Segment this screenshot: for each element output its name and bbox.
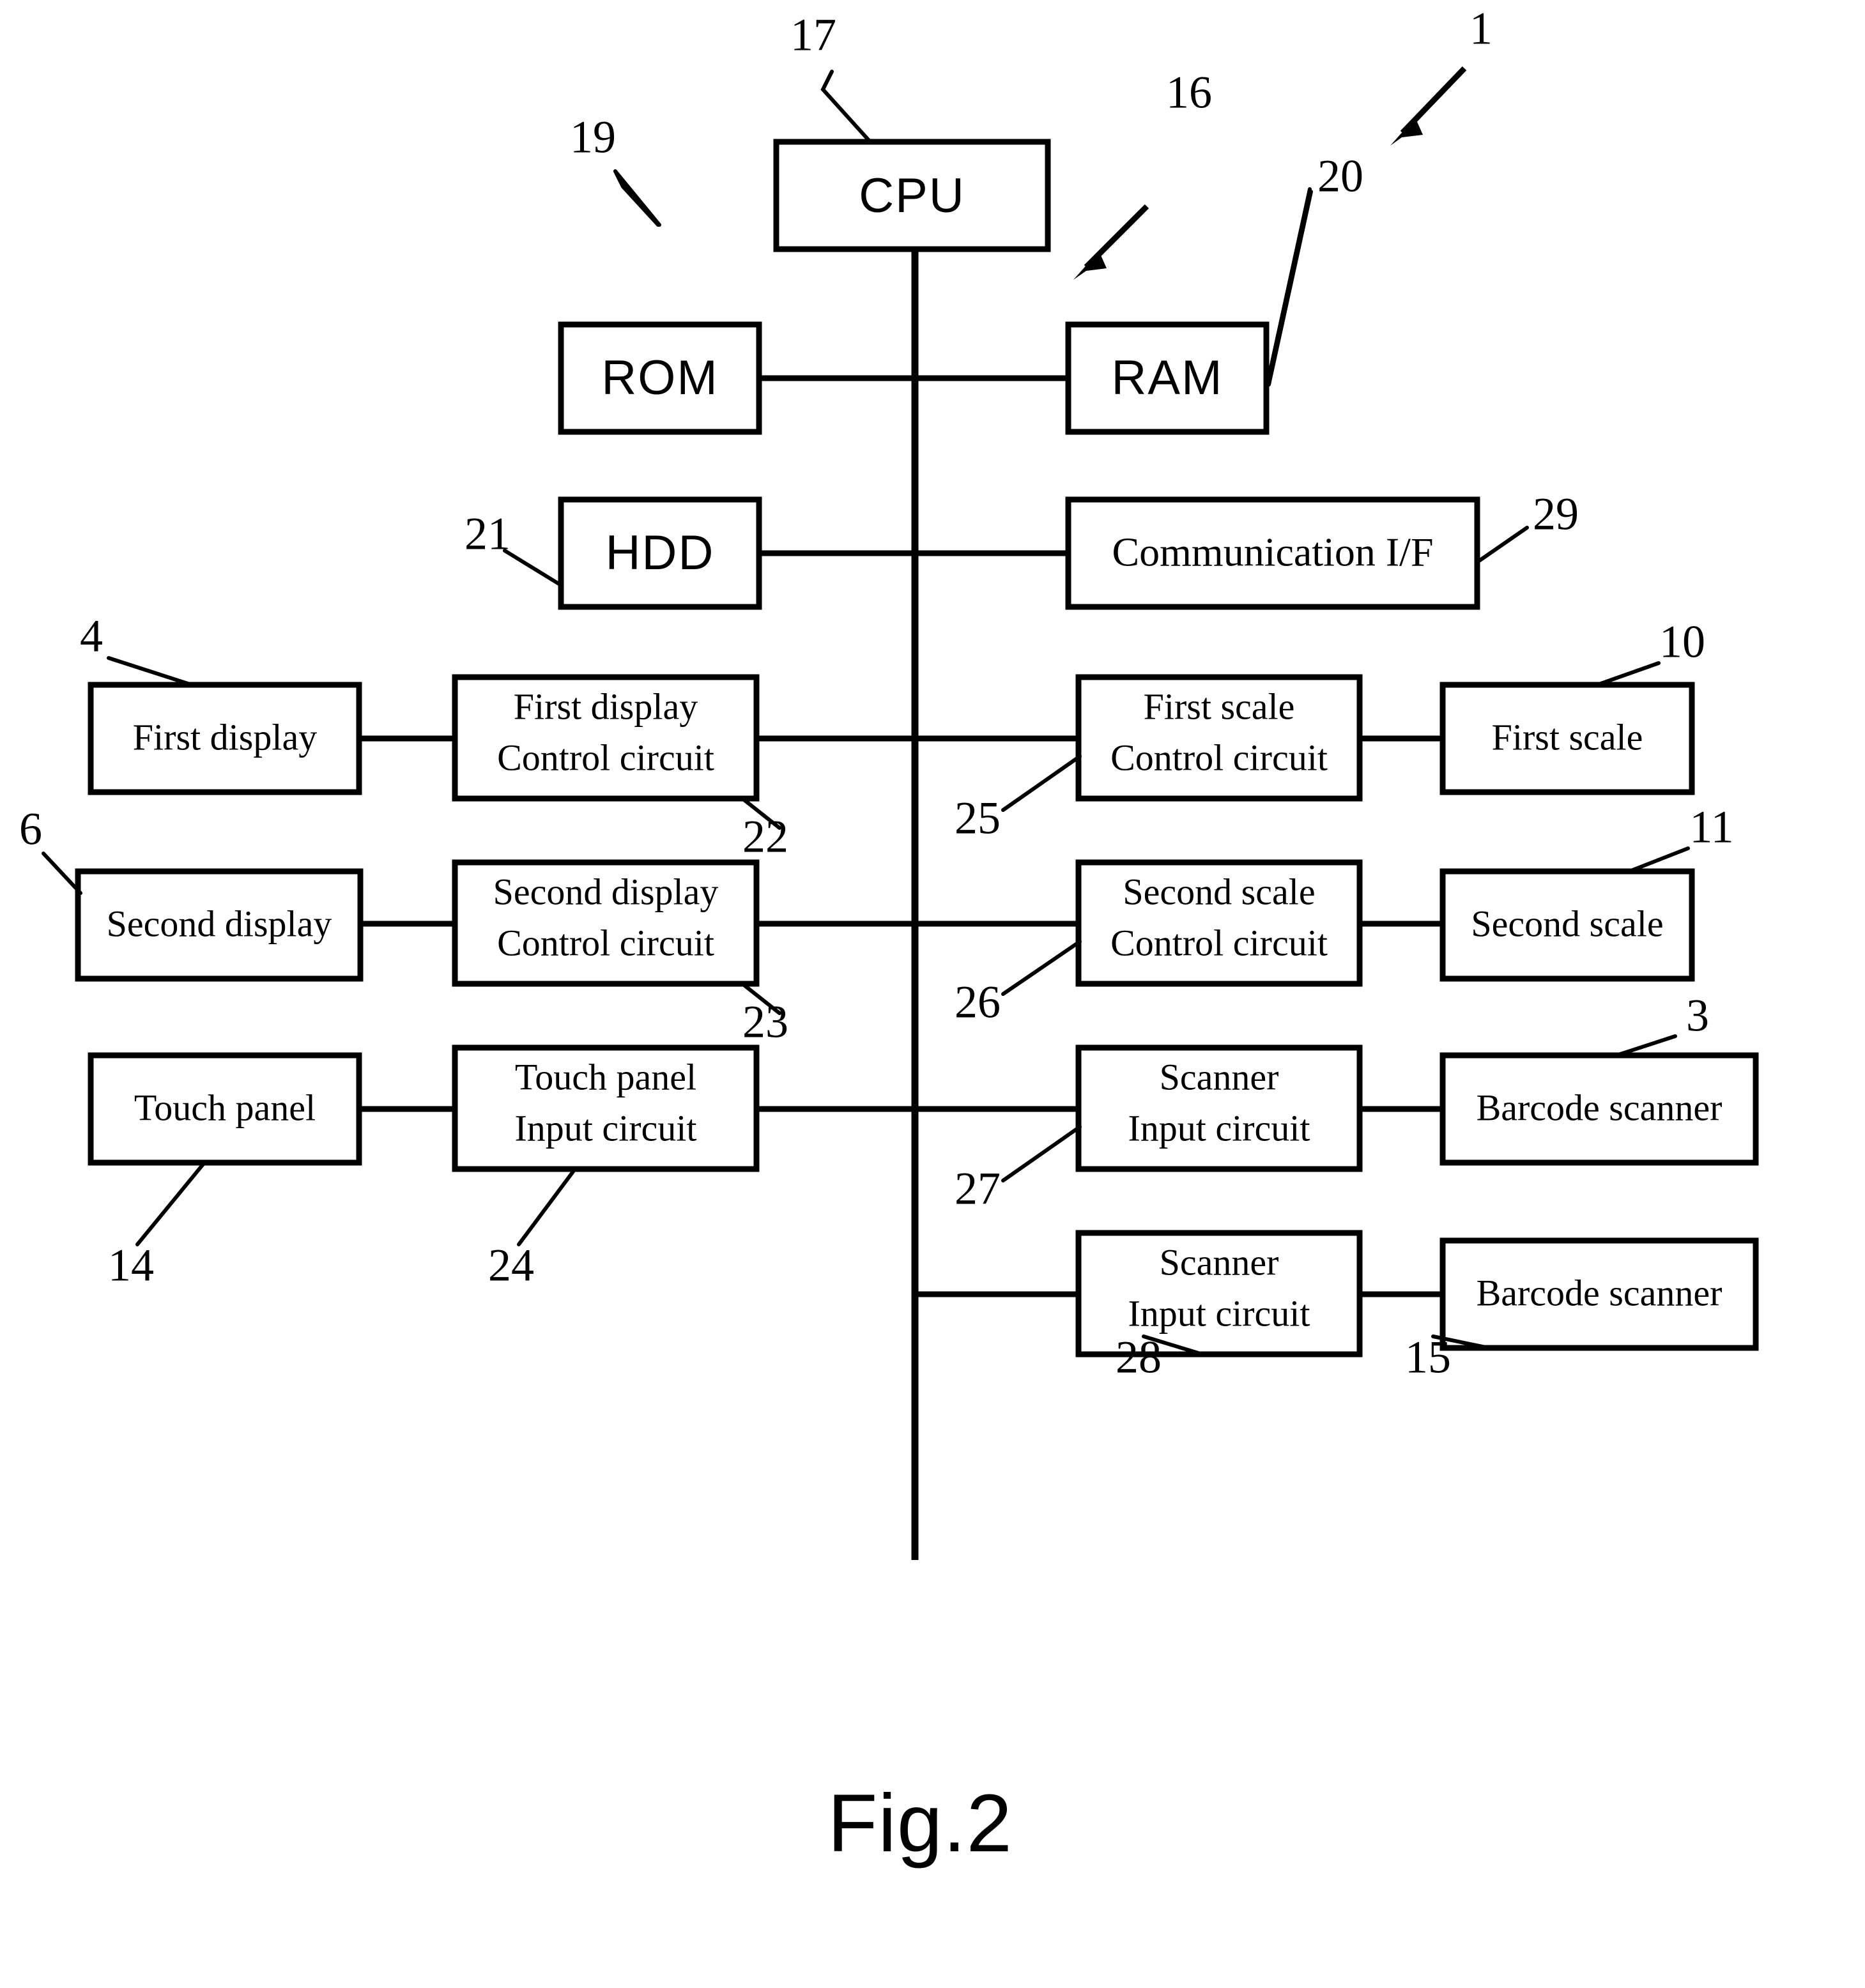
block-second-scale-control-circuit[interactable]: Second scale Control circuit bbox=[1075, 859, 1363, 987]
block-touch-panel-label: Touch panel bbox=[134, 1087, 316, 1128]
ref-num-25: 25 bbox=[955, 793, 1001, 844]
ref-num-1: 1 bbox=[1470, 3, 1493, 54]
block-diagram: CPU ROM RAM HDD Communication I/F First … bbox=[19, 3, 1759, 1869]
ref-num-15: 15 bbox=[1405, 1332, 1451, 1383]
block-second-scale-label: Second scale bbox=[1471, 903, 1663, 944]
ref-num-10: 10 bbox=[1659, 616, 1705, 668]
ref-num-26: 26 bbox=[955, 977, 1001, 1028]
block-first-display-label: First display bbox=[133, 716, 317, 758]
block-rom-label: ROM bbox=[601, 351, 718, 405]
block-second-scale[interactable]: Second scale bbox=[1439, 868, 1695, 982]
ref-num-21: 21 bbox=[464, 508, 510, 560]
ref-num-19: 19 bbox=[570, 112, 616, 163]
block-hdd[interactable]: HDD bbox=[558, 496, 762, 610]
block-hdd-label: HDD bbox=[606, 526, 715, 580]
block-barcode-scanner-1-label: Barcode scanner bbox=[1477, 1087, 1723, 1128]
ref-num-27: 27 bbox=[955, 1163, 1001, 1214]
block-second-display-control-circuit[interactable]: Second display Control circuit bbox=[452, 859, 760, 987]
ref-num-28: 28 bbox=[1116, 1332, 1162, 1383]
block-touch-panel-input-circuit-line1: Touch panel bbox=[515, 1056, 696, 1097]
block-first-scale-control-circuit[interactable]: First scale Control circuit bbox=[1075, 674, 1363, 802]
block-first-scale-control-circuit-line2: Control circuit bbox=[1110, 737, 1328, 778]
block-second-display-label: Second display bbox=[107, 903, 332, 944]
block-first-display[interactable]: First display bbox=[88, 682, 362, 795]
bus-pointer-arrow-icon bbox=[1073, 204, 1149, 280]
block-first-display-control-circuit-line1: First display bbox=[514, 685, 698, 727]
block-second-display-control-circuit-line1: Second display bbox=[493, 871, 719, 912]
ref-num-3: 3 bbox=[1686, 990, 1709, 1041]
block-barcode-scanner-2[interactable]: Barcode scanner bbox=[1439, 1237, 1759, 1351]
block-scanner-input-circuit-1-line2: Input circuit bbox=[1128, 1107, 1310, 1149]
block-rom[interactable]: ROM bbox=[558, 321, 762, 435]
block-touch-panel[interactable]: Touch panel bbox=[88, 1052, 362, 1166]
ref-num-17: 17 bbox=[790, 10, 836, 61]
block-touch-panel-input-circuit[interactable]: Touch panel Input circuit bbox=[452, 1044, 760, 1172]
ref-num-20: 20 bbox=[1317, 151, 1363, 202]
ref-num-22: 22 bbox=[742, 811, 788, 862]
block-scanner-input-circuit-1[interactable]: Scanner Input circuit bbox=[1075, 1044, 1363, 1172]
ref-num-24: 24 bbox=[488, 1240, 534, 1291]
block-first-display-control-circuit[interactable]: First display Control circuit bbox=[452, 674, 760, 802]
block-communication-if[interactable]: Communication I/F bbox=[1065, 496, 1480, 610]
block-second-display[interactable]: Second display bbox=[75, 868, 364, 982]
ref-num-6: 6 bbox=[19, 804, 42, 855]
block-first-display-control-circuit-line2: Control circuit bbox=[497, 737, 714, 778]
block-scanner-input-circuit-2-line1: Scanner bbox=[1160, 1241, 1279, 1283]
ref-num-29: 29 bbox=[1533, 489, 1579, 540]
ref-num-23: 23 bbox=[742, 997, 788, 1048]
block-first-scale-label: First scale bbox=[1492, 716, 1643, 758]
block-communication-if-label: Communication I/F bbox=[1112, 530, 1433, 575]
patent-figure: CPU ROM RAM HDD Communication I/F First … bbox=[0, 0, 1865, 1988]
ref-num-14: 14 bbox=[108, 1240, 154, 1291]
block-barcode-scanner-2-label: Barcode scanner bbox=[1477, 1272, 1723, 1313]
block-cpu[interactable]: CPU bbox=[773, 139, 1051, 252]
figure-caption: Fig.2 bbox=[827, 1778, 1013, 1869]
block-first-scale-control-circuit-line1: First scale bbox=[1144, 685, 1295, 727]
ref-num-4: 4 bbox=[80, 611, 103, 662]
ref-num-16: 16 bbox=[1166, 67, 1212, 118]
block-barcode-scanner-1[interactable]: Barcode scanner bbox=[1439, 1052, 1759, 1166]
block-cpu-label: CPU bbox=[859, 169, 965, 223]
block-scanner-input-circuit-1-line1: Scanner bbox=[1160, 1056, 1279, 1097]
block-ram[interactable]: RAM bbox=[1065, 321, 1270, 435]
ref-num-11: 11 bbox=[1689, 802, 1733, 853]
block-second-scale-control-circuit-line2: Control circuit bbox=[1110, 922, 1328, 963]
block-second-display-control-circuit-line2: Control circuit bbox=[497, 922, 714, 963]
block-ram-label: RAM bbox=[1112, 351, 1224, 405]
system-pointer-arrow-icon bbox=[1390, 66, 1467, 146]
block-second-scale-control-circuit-line1: Second scale bbox=[1123, 871, 1315, 912]
block-first-scale[interactable]: First scale bbox=[1439, 682, 1695, 795]
block-touch-panel-input-circuit-line2: Input circuit bbox=[514, 1107, 696, 1149]
block-scanner-input-circuit-2-line2: Input circuit bbox=[1128, 1292, 1310, 1334]
